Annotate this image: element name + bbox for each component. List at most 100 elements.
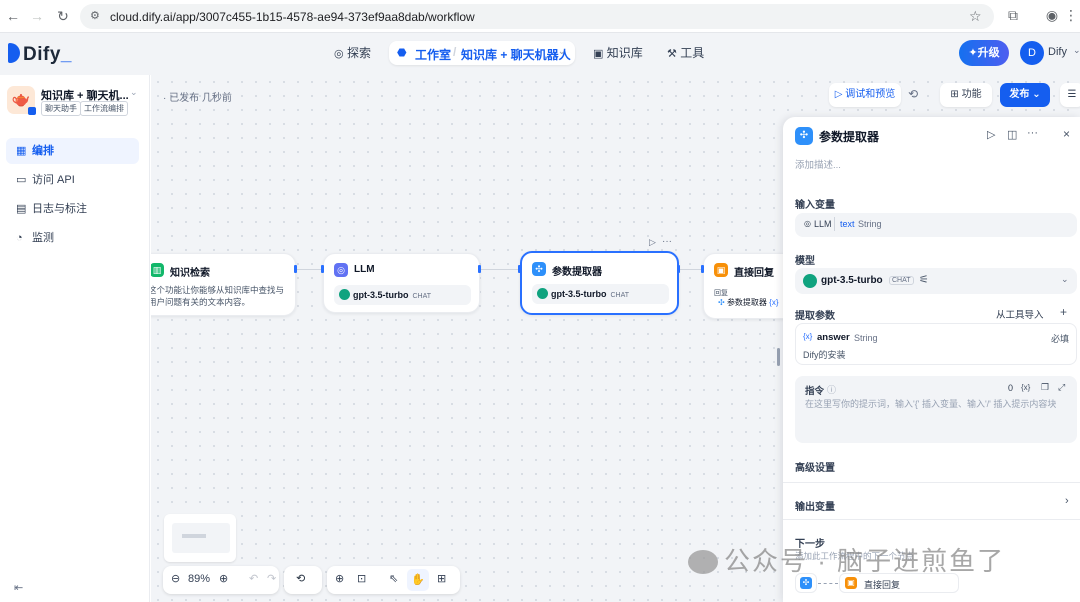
sidebar-item-logs[interactable]: ▤ 日志与标注 — [6, 196, 139, 222]
add-note-icon[interactable]: ⊡ — [357, 572, 366, 585]
address-bar[interactable]: ⚙ cloud.dify.ai/app/3007c455-1b15-4578-a… — [80, 4, 994, 29]
insert-variable-icon[interactable]: {x} — [1021, 383, 1030, 392]
menu-icon[interactable]: ⋮ — [1062, 7, 1080, 24]
node-parameter-extractor[interactable]: ✣ 参数提取器 gpt-3.5-turbo CHAT — [520, 251, 679, 315]
minimap-viewport — [172, 523, 230, 553]
layout-icon[interactable]: ⊞ — [437, 572, 446, 585]
file-icon: ▤ — [16, 203, 27, 215]
output-variables-toggle[interactable]: 输出变量 — [795, 498, 835, 513]
app-sidebar: 🫖 知识库 + 聊天机... ⌄ 聊天助手 工作流编排 ▦ 编排 ▭ 访问 API … — [0, 75, 150, 602]
node-handle[interactable] — [478, 265, 481, 273]
dify-logo[interactable]: Dify_ — [8, 43, 72, 66]
profile-icon[interactable]: ◉ — [1043, 7, 1061, 24]
watermark-text: 公众号 · 脑子进煎鱼了 — [724, 546, 1006, 576]
tag-workflow: 工作流编排 — [80, 101, 128, 116]
sidebar-item-label: 监测 — [32, 232, 54, 244]
zoom-in-icon[interactable]: ⊕ — [219, 572, 228, 585]
node-handle[interactable] — [294, 265, 297, 273]
instruction-input[interactable]: 在这里写你的提示词，输入'{' 插入变量、输入'/' 插入提示内容块 — [805, 398, 1069, 411]
divider — [783, 519, 1080, 520]
import-from-tool-button[interactable]: 从工具导入 — [996, 307, 1044, 321]
pointer-icon[interactable]: ⇖ — [389, 572, 398, 585]
model-selector[interactable]: gpt-3.5-turbo CHAT ⚟ ⌄ — [795, 268, 1077, 294]
expand-icon[interactable]: ⤢ — [1058, 382, 1065, 393]
model-mode: CHAT — [412, 293, 432, 300]
param-type: String — [854, 333, 878, 343]
input-variable-field[interactable]: ◎ LLM text String — [795, 213, 1077, 237]
zoom-out-icon[interactable]: ⊖ — [171, 572, 180, 585]
back-icon[interactable]: ← — [4, 7, 22, 25]
undo-icon[interactable]: ↶ — [249, 572, 258, 585]
chevron-right-icon[interactable]: › — [1065, 495, 1069, 507]
publish-button[interactable]: 发布 ⌄ — [1000, 83, 1050, 107]
zoom-level[interactable]: 89% — [188, 573, 210, 585]
bookmark-star-icon[interactable]: ☆ — [969, 8, 982, 25]
advanced-settings-toggle[interactable]: 高级设置 — [795, 459, 835, 474]
more-icon[interactable]: ··· — [1027, 127, 1038, 139]
features-button[interactable]: ⊞ 功能 — [940, 83, 992, 107]
nav-tools[interactable]: ⚒ 工具 — [667, 44, 704, 61]
collapse-sidebar-icon[interactable]: ⇤ — [14, 581, 23, 594]
node-more-icon[interactable]: ··· — [662, 236, 672, 247]
compass-icon: ◎ — [334, 48, 344, 60]
more-options-icon[interactable]: ☰ — [1060, 83, 1080, 107]
node-knowledge-retrieval[interactable]: ▥ 知识检索 这个功能让你能够从知识库中查找与用户问题有关的文本内容。 — [151, 253, 296, 316]
param-item[interactable]: {x} answer String 必填 Dify的安装 — [795, 323, 1077, 365]
llm-icon: ◎ — [334, 263, 348, 277]
nav-knowledge[interactable]: ▣ 知识库 — [593, 44, 643, 61]
model-settings-icon[interactable]: ⚟ — [919, 273, 929, 286]
reload-icon[interactable]: ↻ — [54, 7, 72, 25]
instruction-editor[interactable]: 指令 ⓘ 0 {x} ❐ ⤢ 在这里写你的提示词，输入'{' 插入变量、输入'/… — [795, 376, 1077, 443]
robot-icon: ⬣ — [397, 47, 407, 59]
avatar[interactable]: D — [1020, 41, 1044, 65]
model-name: gpt-3.5-turbo — [353, 290, 409, 300]
canvas-tools: ⊕ ⊡ ⇖ ✋ ⊞ — [327, 566, 460, 594]
node-handle[interactable] — [677, 265, 680, 273]
node-handle[interactable] — [701, 265, 704, 273]
add-param-icon[interactable]: + — [1060, 305, 1067, 319]
model-mode-badge: CHAT — [889, 276, 914, 285]
docs-icon[interactable]: ◫ — [1007, 128, 1017, 141]
app-menu-chevron-icon[interactable]: ⌄ — [130, 87, 138, 98]
node-model: gpt-3.5-turbo CHAT — [532, 284, 669, 304]
extensions-icon[interactable]: ⧉ — [1004, 7, 1022, 24]
run-icon[interactable]: ▷ — [987, 128, 995, 141]
nav-studio-label: 工作室 — [415, 48, 452, 62]
openai-icon — [803, 274, 817, 288]
copy-icon[interactable]: ❐ — [1041, 382, 1049, 393]
node-variable-suffix: {x} — [769, 298, 779, 307]
user-name[interactable]: Dify — [1048, 46, 1067, 58]
redo-icon[interactable]: ↷ — [267, 572, 276, 585]
sidebar-item-orchestrate[interactable]: ▦ 编排 — [6, 138, 139, 164]
close-icon[interactable]: × — [1063, 127, 1070, 141]
minimap[interactable] — [164, 514, 236, 562]
node-run-icon[interactable]: ▷ — [649, 237, 656, 248]
node-handle[interactable] — [321, 265, 324, 273]
history-button[interactable]: ⟲ — [284, 566, 322, 594]
debug-preview-button[interactable]: ▷ 调试和预览 — [829, 83, 901, 107]
app-header: Dify_ ◎ 探索 ⬣ 工作室 / 知识库 + 聊天机器人 ⌄ ▣ 知识库 ⚒… — [0, 33, 1080, 75]
nav-studio[interactable]: ⬣ 工作室 / 知识库 + 聊天机器人 ⌄ — [389, 41, 575, 65]
hand-icon[interactable]: ✋ — [407, 569, 429, 591]
sidebar-item-monitor[interactable]: ◔ 监测 — [6, 225, 139, 251]
history-icon[interactable]: ⟲ — [908, 87, 918, 101]
user-menu-chevron-icon[interactable]: ⌄ — [1073, 45, 1080, 56]
panel-resize-handle[interactable] — [777, 348, 780, 366]
help-icon[interactable]: ⓘ — [827, 383, 836, 396]
site-settings-icon[interactable]: ⚙ — [90, 9, 100, 22]
panel-title[interactable]: 参数提取器 — [819, 128, 879, 145]
grid-icon: ⊞ — [950, 89, 959, 100]
chevron-down-icon: ⌄ — [1032, 89, 1041, 100]
app-switcher[interactable]: 知识库 + 聊天机器人 — [461, 46, 571, 63]
node-llm[interactable]: ◎ LLM gpt-3.5-turbo CHAT — [323, 253, 480, 313]
instruction-label: 指令 — [805, 386, 825, 397]
forward-icon[interactable]: → — [28, 7, 46, 25]
features-label: 功能 — [961, 89, 982, 100]
sidebar-item-api[interactable]: ▭ 访问 API — [6, 167, 139, 193]
publish-label: 发布 — [1009, 89, 1030, 100]
upgrade-button[interactable]: ✦升级 — [959, 40, 1009, 66]
add-node-icon[interactable]: ⊕ — [335, 572, 344, 585]
nav-explore[interactable]: ◎ 探索 — [334, 44, 371, 61]
node-handle[interactable] — [518, 265, 521, 273]
description-input[interactable]: 添加描述... — [795, 157, 841, 171]
